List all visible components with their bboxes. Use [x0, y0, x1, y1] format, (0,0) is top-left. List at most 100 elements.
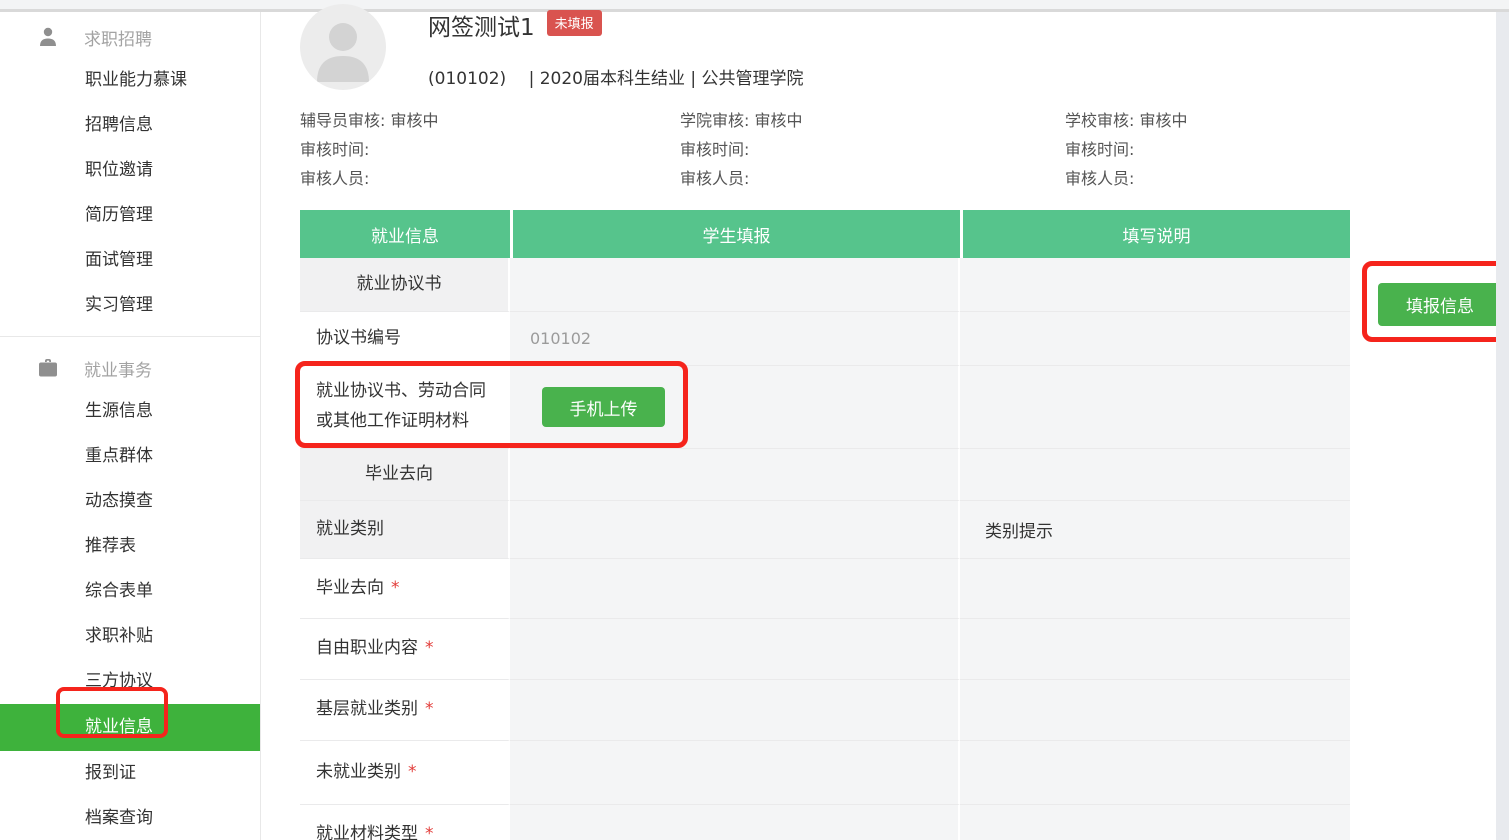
- sidebar-section-title: 就业事务: [84, 356, 152, 381]
- audit-line: 审核时间:: [680, 135, 802, 164]
- audit-line: 审核人员:: [680, 164, 802, 193]
- sidebar-item-origin-info[interactable]: 生源信息: [0, 389, 260, 434]
- audit-line: 审核人员:: [1065, 164, 1187, 193]
- note-cell: 类别提示: [960, 501, 1350, 559]
- sidebar-item-mooc[interactable]: 职业能力慕课: [0, 58, 260, 103]
- student-entry-cell: 010102: [510, 312, 960, 366]
- audit-block: 学院审核: 审核中审核时间:审核人员:: [680, 106, 802, 193]
- row-label-text: 协议书编号: [316, 324, 401, 354]
- row-label: 毕业去向*: [300, 559, 510, 619]
- audit-line: 辅导员审核: 审核中: [300, 106, 438, 135]
- table-row: 毕业去向*: [300, 559, 1350, 619]
- sidebar-item-archive-query[interactable]: 档案查询: [0, 796, 260, 840]
- table-header-cell: 就业信息: [300, 210, 510, 258]
- student-entry-cell: [510, 501, 960, 559]
- sidebar-item-job-subsidy[interactable]: 求职补贴: [0, 614, 260, 659]
- sidebar-section-header: 求职招聘: [0, 16, 260, 58]
- audit-line: 学校审核: 审核中: [1065, 106, 1187, 135]
- sidebar-item-dynamic-survey[interactable]: 动态摸查: [0, 479, 260, 524]
- note-cell: [960, 559, 1350, 619]
- audit-block: 学校审核: 审核中审核时间:审核人员:: [1065, 106, 1187, 193]
- table-row: 协议书编号 010102: [300, 312, 1350, 366]
- row-label-text: 就业类别: [316, 515, 384, 545]
- row-label-text: 毕业去向: [365, 460, 433, 490]
- row-label-text: 就业协议书、劳动合同或其他工作证明材料: [316, 377, 498, 437]
- row-label: 自由职业内容*: [300, 619, 510, 680]
- note-cell: [960, 449, 1350, 501]
- row-label: 未就业类别*: [300, 741, 510, 805]
- table-row: 就业协议书: [300, 258, 1350, 312]
- student-entry-cell: [510, 680, 960, 741]
- student-entry-cell: [510, 805, 960, 840]
- required-asterisk: *: [391, 574, 400, 604]
- sidebar-item-job-invite[interactable]: 职位邀请: [0, 148, 260, 193]
- sidebar-item-employment-info[interactable]: 就业信息: [0, 704, 260, 751]
- row-label-text: 就业材料类型: [316, 820, 418, 840]
- required-asterisk: *: [425, 634, 434, 664]
- row-label: 就业材料类型 *: [300, 805, 510, 840]
- note-cell: [960, 805, 1350, 840]
- row-label-text: 基层就业类别: [316, 695, 418, 725]
- student-name: 网签测试1: [428, 15, 535, 41]
- student-entry-cell: [510, 258, 960, 312]
- table-header-cell: 填写说明: [960, 210, 1350, 258]
- employment-table: 就业信息学生填报填写说明 就业协议书协议书编号 010102就业协议书、劳动合同或…: [300, 210, 1350, 840]
- note-cell: [960, 366, 1350, 449]
- sidebar-item-key-groups[interactable]: 重点群体: [0, 434, 260, 479]
- mobile-upload-button[interactable]: 手机上传: [542, 387, 665, 427]
- row-label: 就业类别: [300, 501, 510, 559]
- row-label: 就业协议书: [300, 258, 510, 312]
- scrollbar[interactable]: [1496, 12, 1509, 840]
- required-asterisk: *: [425, 820, 434, 840]
- sidebar-item-registration-card[interactable]: 报到证: [0, 751, 260, 796]
- audit-line: 审核人员:: [300, 164, 438, 193]
- audit-block: 辅导员审核: 审核中审核时间:审核人员:: [300, 106, 438, 193]
- sidebar-section-header: 就业事务: [0, 347, 260, 389]
- sidebar-item-interview-mgmt[interactable]: 面试管理: [0, 238, 260, 283]
- row-label: 协议书编号: [300, 312, 510, 366]
- audit-line: 审核时间:: [300, 135, 438, 164]
- sidebar-item-composite-forms[interactable]: 综合表单: [0, 569, 260, 614]
- person-silhouette-icon: [300, 4, 386, 90]
- table-header-cell: 学生填报: [510, 210, 960, 258]
- table-row: 就业类别 类别提示: [300, 501, 1350, 559]
- avatar: [300, 4, 386, 90]
- page: 求职招聘职业能力慕课招聘信息职位邀请简历管理面试管理实习管理就业事务生源信息重点…: [0, 0, 1509, 840]
- sidebar-section-title: 求职招聘: [84, 25, 152, 50]
- row-label: 就业协议书、劳动合同或其他工作证明材料: [300, 366, 510, 449]
- status-badge: 未填报: [547, 10, 602, 36]
- table-row: 毕业去向: [300, 449, 1350, 501]
- row-label: 基层就业类别*: [300, 680, 510, 741]
- table-body: 就业协议书协议书编号 010102就业协议书、劳动合同或其他工作证明材料 手机上传毕…: [300, 258, 1350, 840]
- sidebar-item-recommend-form[interactable]: 推荐表: [0, 524, 260, 569]
- note-cell: [960, 619, 1350, 680]
- required-asterisk: *: [425, 695, 434, 725]
- table-row: 就业材料类型 *: [300, 805, 1350, 840]
- sidebar-item-internship-mgmt[interactable]: 实习管理: [0, 283, 260, 328]
- row-label-text: 自由职业内容: [316, 634, 418, 664]
- note-cell: [960, 258, 1350, 312]
- student-entry-cell: [510, 559, 960, 619]
- audit-summary: 辅导员审核: 审核中审核时间:审核人员:学院审核: 审核中审核时间:审核人员:学…: [300, 106, 1360, 198]
- audit-line: 学院审核: 审核中: [680, 106, 802, 135]
- sidebar-item-resume-mgmt[interactable]: 简历管理: [0, 193, 260, 238]
- sidebar-item-recruit-info[interactable]: 招聘信息: [0, 103, 260, 148]
- sidebar: 求职招聘职业能力慕课招聘信息职位邀请简历管理面试管理实习管理就业事务生源信息重点…: [0, 12, 261, 840]
- note-cell: [960, 741, 1350, 805]
- student-entry-cell: [510, 449, 960, 501]
- sidebar-section: 求职招聘职业能力慕课招聘信息职位邀请简历管理面试管理实习管理: [0, 12, 260, 328]
- note-cell: [960, 680, 1350, 741]
- student-entry-cell: [510, 741, 960, 805]
- fill-info-button[interactable]: 填报信息: [1378, 283, 1502, 326]
- sidebar-section: 就业事务生源信息重点群体动态摸查推荐表综合表单求职补贴三方协议就业信息报到证档案…: [0, 336, 260, 840]
- row-label-text: 未就业类别: [316, 758, 401, 788]
- user-icon: [36, 25, 60, 49]
- sidebar-item-tripartite-agreement[interactable]: 三方协议: [0, 659, 260, 704]
- table-row: 自由职业内容*: [300, 619, 1350, 680]
- student-entry-cell: [510, 619, 960, 680]
- table-row: 未就业类别*: [300, 741, 1350, 805]
- student-name-row: 网签测试1 未填报: [428, 8, 602, 42]
- table-row: 基层就业类别*: [300, 680, 1350, 741]
- audit-line: 审核时间:: [1065, 135, 1187, 164]
- row-label-text: 就业协议书: [357, 270, 442, 300]
